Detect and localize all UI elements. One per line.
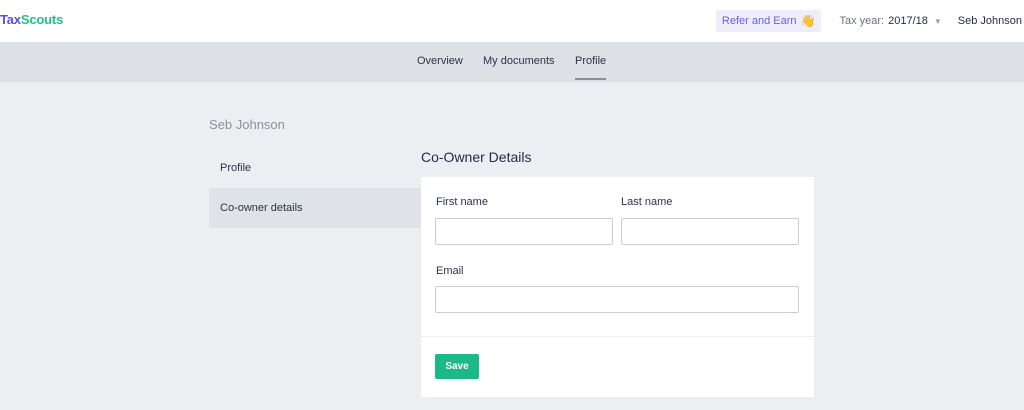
last-name-input[interactable] [621, 218, 799, 245]
tax-year-label: Tax year: [839, 15, 885, 27]
refer-label: Refer and Earn [721, 15, 797, 27]
first-name-label: First name [436, 196, 488, 208]
sidebar-item-label: Profile [220, 162, 252, 174]
tab-my-documents[interactable]: My documents [483, 55, 555, 67]
sidebar-item-co-owner-details[interactable]: Co-owner details [209, 188, 421, 228]
page-title: Co-Owner Details [421, 149, 532, 165]
owner-name-heading: Seb Johnson [209, 117, 285, 132]
header-right: Refer and Earn 👋 Tax year: 2017/18 ▼ Seb… [715, 0, 1024, 42]
waving-hand-icon: 👋 [800, 14, 816, 28]
last-name-label: Last name [621, 196, 673, 208]
form-divider [421, 336, 814, 337]
co-owner-form-card: First name Last name Email Save [421, 177, 814, 397]
email-input[interactable] [435, 286, 799, 313]
save-button[interactable]: Save [435, 354, 479, 379]
tab-profile[interactable]: Profile [575, 55, 607, 80]
logo-part-scouts: Scouts [20, 12, 63, 27]
refer-and-earn-button[interactable]: Refer and Earn 👋 [715, 10, 822, 32]
sidebar-item-label: Co-owner details [220, 202, 303, 214]
first-name-input[interactable] [435, 218, 613, 245]
email-label: Email [436, 265, 464, 277]
sidebar-item-profile[interactable]: Profile [209, 148, 421, 188]
tax-year-select[interactable]: 2017/18 [888, 15, 928, 27]
user-menu[interactable]: Seb Johnson [958, 15, 1024, 27]
top-bar: Tax Scouts Refer and Earn 👋 Tax year: 201… [0, 0, 1024, 42]
chevron-down-icon[interactable]: ▼ [934, 17, 942, 26]
taxscouts-logo[interactable]: Tax Scouts [0, 12, 63, 27]
tab-overview[interactable]: Overview [417, 55, 463, 67]
nav-tabs: Overview My documents Profile [0, 42, 1024, 82]
logo-part-tax: Tax [0, 12, 21, 27]
